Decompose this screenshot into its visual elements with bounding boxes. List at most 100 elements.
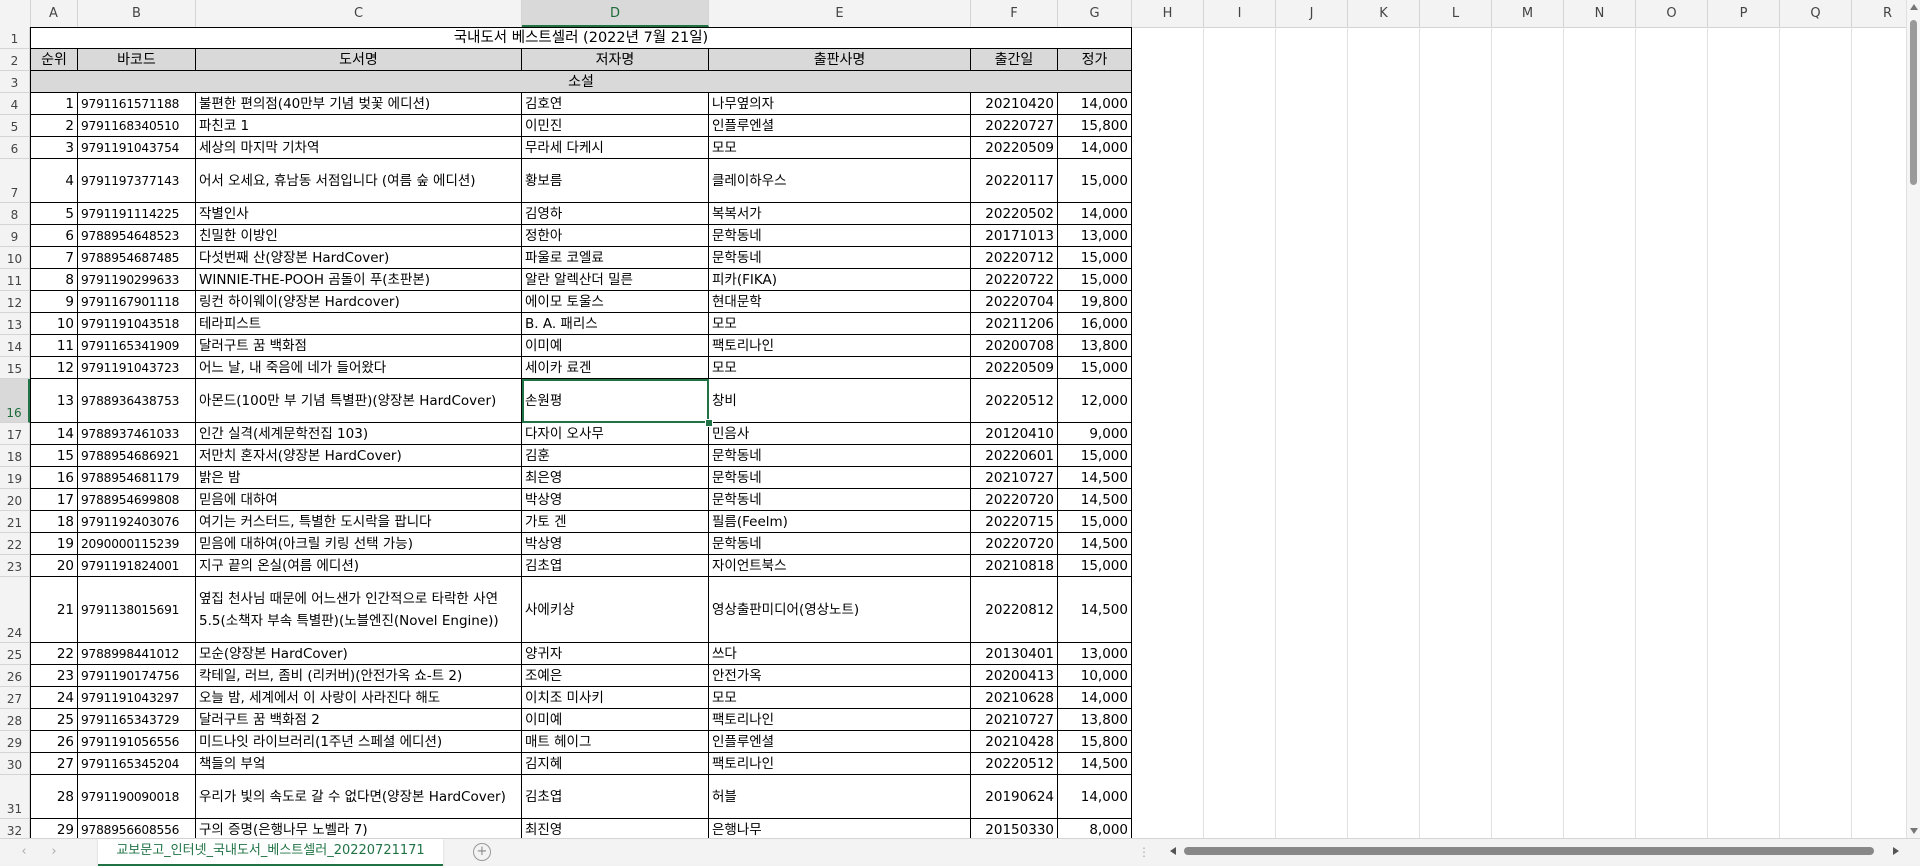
empty-column-o[interactable] <box>1636 27 1708 838</box>
cell-a29[interactable]: 26 <box>30 731 78 753</box>
row-header-17[interactable]: 17 <box>0 423 30 445</box>
cell-g27[interactable]: 14,000 <box>1058 687 1132 709</box>
cell-d23[interactable]: 김초엽 <box>522 555 709 577</box>
column-header-o[interactable]: O <box>1636 0 1708 27</box>
cell-d6[interactable]: 무라세 다케시 <box>522 137 709 159</box>
cell-c7[interactable]: 어서 오세요, 휴남동 서점입니다 (여름 숲 에디션) <box>196 159 522 203</box>
cell-e20[interactable]: 문학동네 <box>709 489 971 511</box>
column-header-a[interactable]: A <box>30 0 78 27</box>
cell-e14[interactable]: 팩토리나인 <box>709 335 971 357</box>
column-header-l[interactable]: L <box>1420 0 1492 27</box>
cell-f19[interactable]: 20210727 <box>971 467 1058 489</box>
row-header-6[interactable]: 6 <box>0 137 30 159</box>
cell-d16[interactable]: 손원평 <box>522 379 709 423</box>
cell-d12[interactable]: 에이모 토울스 <box>522 291 709 313</box>
cell-b28[interactable]: 9791165343729 <box>78 709 196 731</box>
cell-f20[interactable]: 20220720 <box>971 489 1058 511</box>
cell-g29[interactable]: 15,800 <box>1058 731 1132 753</box>
cell-c16[interactable]: 아몬드(100만 부 기념 특별판)(양장본 HardCover) <box>196 379 522 423</box>
cell-c15[interactable]: 어느 날, 내 죽음에 네가 들어왔다 <box>196 357 522 379</box>
cell-d15[interactable]: 세이카 료겐 <box>522 357 709 379</box>
empty-column-p[interactable] <box>1708 27 1780 838</box>
cell-a32[interactable]: 29 <box>30 819 78 838</box>
cell-d11[interactable]: 알란 알렉산더 밀른 <box>522 269 709 291</box>
empty-column-j[interactable] <box>1276 27 1348 838</box>
cell-e19[interactable]: 문학동네 <box>709 467 971 489</box>
cell-c24[interactable]: 옆집 천사님 때문에 어느샌가 인간적으로 타락한 사연 5.5(소책자 부속 … <box>196 577 522 643</box>
cell-f29[interactable]: 20210428 <box>971 731 1058 753</box>
row-header-12[interactable]: 12 <box>0 291 30 313</box>
cell-e28[interactable]: 팩토리나인 <box>709 709 971 731</box>
row-header-7[interactable]: 7 <box>0 159 30 203</box>
cell-c25[interactable]: 모순(양장본 HardCover) <box>196 643 522 665</box>
row-header-22[interactable]: 22 <box>0 533 30 555</box>
scroll-right-icon[interactable] <box>1893 847 1899 855</box>
horizontal-scrollbar[interactable] <box>1168 843 1901 859</box>
cell-g7[interactable]: 15,000 <box>1058 159 1132 203</box>
cell-d17[interactable]: 다자이 오사무 <box>522 423 709 445</box>
cell-e11[interactable]: 피카(FIKA) <box>709 269 971 291</box>
cell-a28[interactable]: 25 <box>30 709 78 731</box>
cell-b21[interactable]: 9791192403076 <box>78 511 196 533</box>
cell-g26[interactable]: 10,000 <box>1058 665 1132 687</box>
cell-g12[interactable]: 19,800 <box>1058 291 1132 313</box>
column-header-m[interactable]: M <box>1492 0 1564 27</box>
cell-e30[interactable]: 팩토리나인 <box>709 753 971 775</box>
cell-b19[interactable]: 9788954681179 <box>78 467 196 489</box>
cell-b18[interactable]: 9788954686921 <box>78 445 196 467</box>
cell-f14[interactable]: 20200708 <box>971 335 1058 357</box>
cell-f17[interactable]: 20120410 <box>971 423 1058 445</box>
empty-column-m[interactable] <box>1492 27 1564 838</box>
cell-b9[interactable]: 9788954648523 <box>78 225 196 247</box>
cell-d18[interactable]: 김훈 <box>522 445 709 467</box>
column-header-d[interactable]: D <box>522 0 709 27</box>
column-header-p[interactable]: P <box>1708 0 1780 27</box>
cell-d10[interactable]: 파울로 코엘료 <box>522 247 709 269</box>
cell-e8[interactable]: 복복서가 <box>709 203 971 225</box>
cell-f32[interactable]: 20150330 <box>971 819 1058 838</box>
cell-b8[interactable]: 9791191114225 <box>78 203 196 225</box>
cell-g11[interactable]: 15,000 <box>1058 269 1132 291</box>
cell-f13[interactable]: 20211206 <box>971 313 1058 335</box>
tab-splitter-icon[interactable]: ⋮ <box>1138 845 1150 859</box>
cell-c22[interactable]: 믿음에 대하여(아크릴 키링 선택 가능) <box>196 533 522 555</box>
cell-f7[interactable]: 20220117 <box>971 159 1058 203</box>
cell-d26[interactable]: 조예은 <box>522 665 709 687</box>
cell-d28[interactable]: 이미예 <box>522 709 709 731</box>
column-header-e[interactable]: E <box>709 0 971 27</box>
row-header-1[interactable]: 1 <box>0 27 30 49</box>
header-cell-g[interactable]: 정가 <box>1058 49 1132 71</box>
cell-e31[interactable]: 허블 <box>709 775 971 819</box>
cell-d4[interactable]: 김호연 <box>522 93 709 115</box>
cell-d19[interactable]: 최은영 <box>522 467 709 489</box>
cell-b11[interactable]: 9791190299633 <box>78 269 196 291</box>
cell-f26[interactable]: 20200413 <box>971 665 1058 687</box>
cell-a20[interactable]: 17 <box>30 489 78 511</box>
cell-d25[interactable]: 양귀자 <box>522 643 709 665</box>
cell-g16[interactable]: 12,000 <box>1058 379 1132 423</box>
scroll-left-icon[interactable] <box>1170 847 1176 855</box>
cell-b13[interactable]: 9791191043518 <box>78 313 196 335</box>
cell-g8[interactable]: 14,000 <box>1058 203 1132 225</box>
cell-g17[interactable]: 9,000 <box>1058 423 1132 445</box>
cell-a25[interactable]: 22 <box>30 643 78 665</box>
cell-a30[interactable]: 27 <box>30 753 78 775</box>
cell-g9[interactable]: 13,000 <box>1058 225 1132 247</box>
cell-g18[interactable]: 15,000 <box>1058 445 1132 467</box>
header-cell-f[interactable]: 출간일 <box>971 49 1058 71</box>
cell-g25[interactable]: 13,000 <box>1058 643 1132 665</box>
empty-column-i[interactable] <box>1204 27 1276 838</box>
cell-c28[interactable]: 달러구트 꿈 백화점 2 <box>196 709 522 731</box>
cell-b25[interactable]: 9788998441012 <box>78 643 196 665</box>
cell-g6[interactable]: 14,000 <box>1058 137 1132 159</box>
row-header-31[interactable]: 31 <box>0 775 30 819</box>
column-header-n[interactable]: N <box>1564 0 1636 27</box>
cell-g19[interactable]: 14,500 <box>1058 467 1132 489</box>
cell-b10[interactable]: 9788954687485 <box>78 247 196 269</box>
cell-g5[interactable]: 15,800 <box>1058 115 1132 137</box>
cell-b32[interactable]: 9788956608556 <box>78 819 196 838</box>
cell-b26[interactable]: 9791190174756 <box>78 665 196 687</box>
cell-a18[interactable]: 15 <box>30 445 78 467</box>
row-header-20[interactable]: 20 <box>0 489 30 511</box>
cell-c13[interactable]: 테라피스트 <box>196 313 522 335</box>
